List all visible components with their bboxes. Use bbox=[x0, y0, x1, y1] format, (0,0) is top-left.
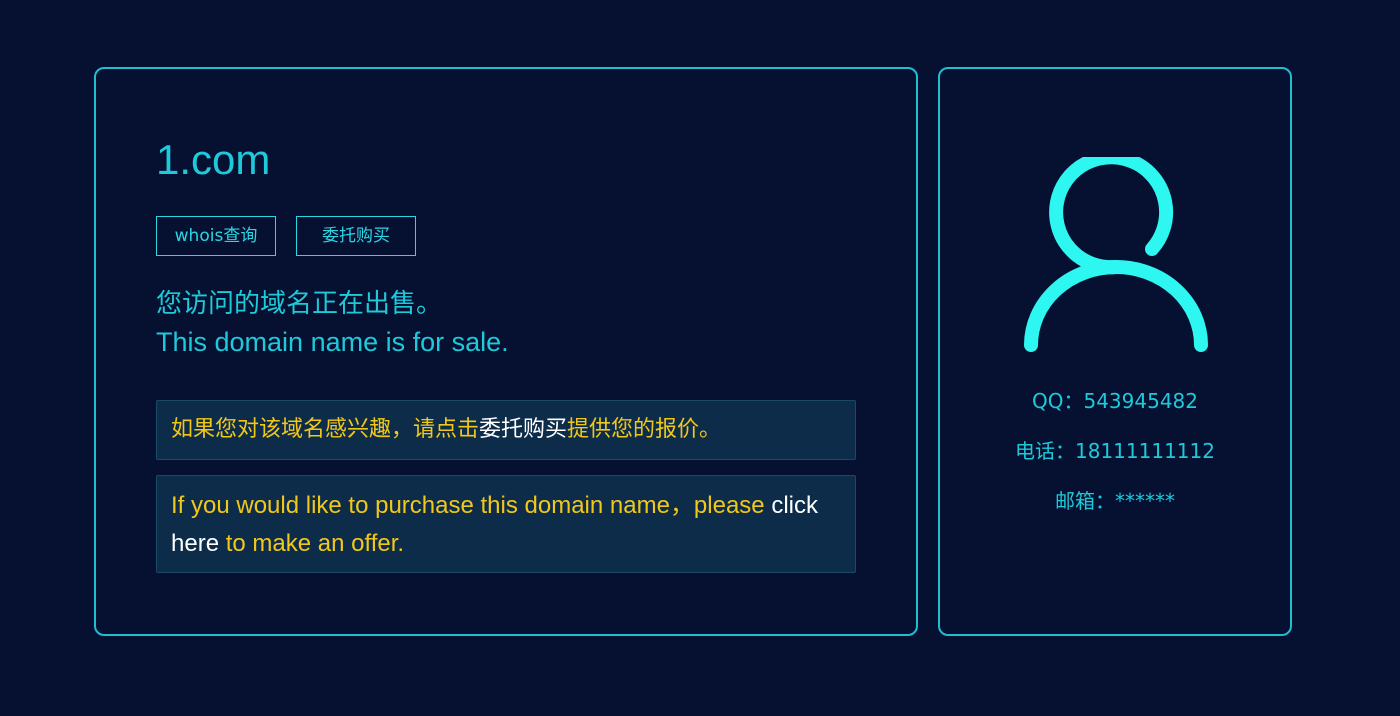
qq-label: QQ： bbox=[1031, 389, 1084, 413]
offer-cn-prefix: 如果您对该域名感兴趣，请点击 bbox=[171, 417, 480, 442]
contact-phone: 电话：18111111112 bbox=[940, 435, 1290, 464]
for-sale-notice-en: This domain name is for sale. bbox=[156, 327, 509, 357]
email-value: ****** bbox=[1115, 489, 1175, 513]
phone-label: 电话： bbox=[1015, 439, 1075, 463]
offer-cn-link[interactable]: 委托购买 bbox=[479, 417, 567, 442]
offer-en-prefix: If you would like to purchase this domai… bbox=[171, 492, 772, 519]
commission-purchase-button[interactable]: 委托购买 bbox=[296, 216, 416, 256]
email-label: 邮箱： bbox=[1055, 489, 1115, 513]
user-icon bbox=[1024, 157, 1208, 352]
contact-panel: QQ：543945482 电话：18111111112 邮箱：****** bbox=[938, 67, 1292, 636]
offer-cn-suffix: 提供您的报价。 bbox=[567, 417, 722, 442]
offer-en-suffix: to make an offer. bbox=[219, 530, 405, 557]
contact-qq: QQ：543945482 bbox=[940, 385, 1290, 414]
phone-value: 18111111112 bbox=[1075, 439, 1215, 463]
contact-email: 邮箱：****** bbox=[940, 485, 1290, 514]
for-sale-notice-cn: 您访问的域名正在出售。 bbox=[156, 289, 443, 319]
domain-sale-panel: 1.com whois查询 委托购买 您访问的域名正在出售。 This doma… bbox=[94, 67, 918, 636]
qq-value: 543945482 bbox=[1083, 389, 1198, 413]
domain-name-title: 1.com bbox=[156, 136, 271, 183]
whois-query-button[interactable]: whois查询 bbox=[156, 216, 276, 256]
offer-prompt-cn: 如果您对该域名感兴趣，请点击委托购买提供您的报价。 bbox=[156, 400, 856, 460]
offer-prompt-en: If you would like to purchase this domai… bbox=[156, 475, 856, 573]
